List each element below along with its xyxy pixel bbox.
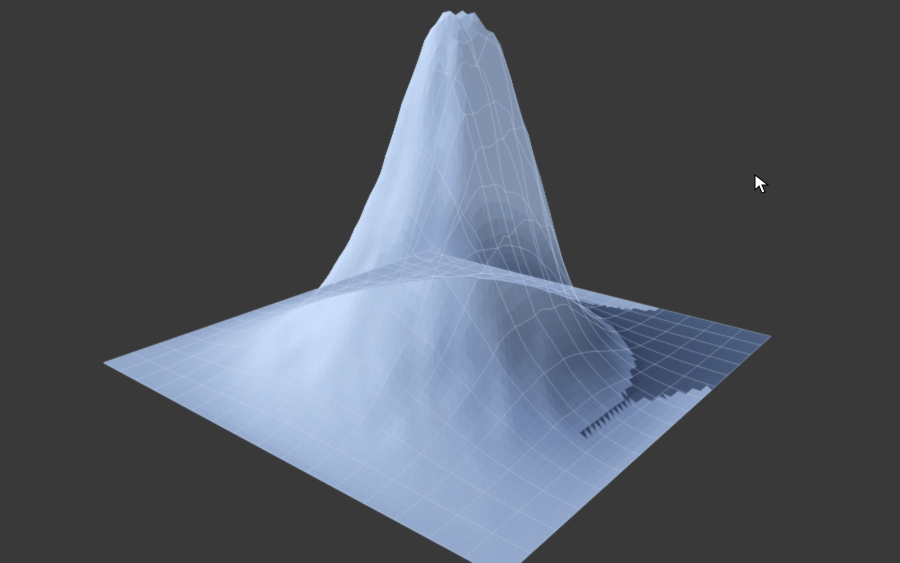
viewport-3d[interactable] — [0, 0, 900, 563]
